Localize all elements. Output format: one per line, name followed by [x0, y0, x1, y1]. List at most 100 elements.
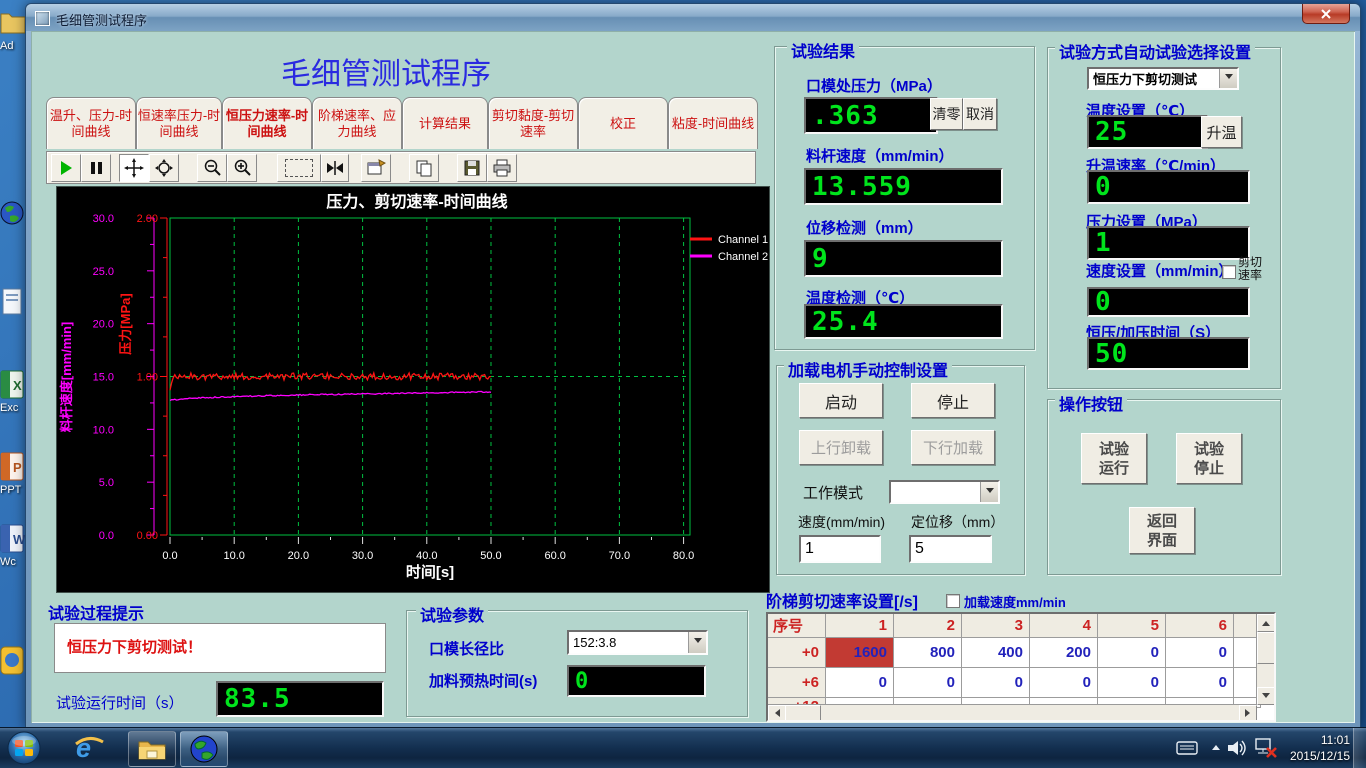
desktop-app-icon[interactable] — [0, 646, 26, 676]
svg-text:5.0: 5.0 — [99, 477, 114, 489]
tray-volume-icon[interactable] — [1226, 738, 1248, 758]
tray-keyboard-icon[interactable] — [1176, 740, 1198, 756]
table-cell[interactable]: 0 — [962, 668, 1030, 698]
table-cell[interactable]: 0 — [1166, 638, 1234, 668]
displacement-label: 位移检测（mm） — [806, 217, 923, 238]
motor-up-unload-button[interactable]: 上行卸载 — [799, 430, 883, 465]
desktop-globe-icon[interactable] — [0, 200, 26, 230]
tray-network-icon[interactable] — [1254, 737, 1278, 759]
cancel-button[interactable]: 取消 — [963, 98, 997, 130]
jog-speed-input[interactable] — [799, 535, 881, 563]
taskbar-ie-icon[interactable]: e — [72, 732, 106, 764]
print-icon — [492, 158, 512, 178]
back-button[interactable]: 返回界面 — [1129, 507, 1195, 554]
ram-speed-display: 13.559 — [804, 168, 1003, 205]
table-cell[interactable]: 0 — [1098, 668, 1166, 698]
step-rate-table: 序号 1 2 3 4 5 6 +0 1600 800 400 200 0 0 — [766, 612, 1276, 722]
tab-calc-results[interactable]: 计算结果 — [402, 97, 488, 149]
table-vertical-scrollbar[interactable] — [1256, 614, 1274, 705]
shear-rate-checkbox[interactable] — [1222, 265, 1236, 279]
col-header: 4 — [1030, 614, 1098, 638]
desktop-excel-icon[interactable]: X — [0, 370, 26, 400]
pause-button[interactable] — [81, 154, 111, 182]
zoom-tool-button[interactable] — [149, 154, 179, 182]
results-group-title: 试验结果 — [787, 38, 859, 62]
load-speed-checkbox[interactable] — [946, 594, 960, 608]
tab-const-rate-pressure[interactable]: 恒速率压力-时间曲线 — [136, 97, 222, 149]
table-cell[interactable]: 0 — [1166, 668, 1234, 698]
heat-up-button[interactable]: 升温 — [1201, 116, 1242, 148]
motor-down-load-button[interactable]: 下行加载 — [911, 430, 995, 465]
copy-button[interactable] — [409, 154, 439, 182]
pressure-set-display: 1 — [1087, 226, 1250, 260]
step-table-title: 阶梯剪切速率设置[/s] — [766, 588, 918, 612]
graph-toolbar — [46, 151, 756, 184]
desktop-folder-icon[interactable] — [0, 8, 26, 38]
print-button[interactable] — [487, 154, 517, 182]
work-mode-combo[interactable] — [889, 480, 1000, 504]
svg-text:80.0: 80.0 — [673, 550, 694, 562]
test-stop-button[interactable]: 试验停止 — [1176, 433, 1242, 484]
taskbar-app-globe-button[interactable] — [180, 731, 228, 767]
settings-button[interactable] — [361, 154, 391, 182]
fit-axes-button[interactable] — [321, 154, 349, 182]
test-run-button[interactable]: 试验运行 — [1081, 433, 1147, 484]
scroll-right-icon[interactable] — [1239, 705, 1257, 721]
table-cell[interactable]: 0 — [1030, 668, 1098, 698]
zero-button[interactable]: 清零 — [930, 98, 963, 130]
desktop-word-icon[interactable]: W — [0, 524, 26, 554]
tab-viscosity-time[interactable]: 粘度-时间曲线 — [668, 97, 758, 149]
tab-step-rate-stress[interactable]: 阶梯速率、应力曲线 — [312, 97, 402, 149]
svg-text:10.0: 10.0 — [93, 424, 114, 436]
page-title: 毛细管测试程序 — [266, 49, 506, 93]
zoom-in-icon — [232, 158, 252, 178]
start-button[interactable] — [6, 730, 42, 766]
client-area: 毛细管测试程序 温升、压力-时间曲线 恒速率压力-时间曲线 恒压力速率-时间曲线… — [31, 31, 1355, 723]
temp-set-display: 25 — [1087, 115, 1208, 149]
selection-box-button[interactable] — [277, 154, 321, 182]
test-mode-value: 恒压力下剪切测试 — [1093, 69, 1197, 88]
table-cell[interactable]: 400 — [962, 638, 1030, 668]
table-cell[interactable]: 200 — [1030, 638, 1098, 668]
tab-calibration[interactable]: 校正 — [578, 97, 668, 149]
tab-const-pressure-rate[interactable]: 恒压力速率-时间曲线 — [222, 97, 312, 149]
table-cell[interactable]: 0 — [826, 668, 894, 698]
pan-button[interactable] — [119, 154, 149, 182]
speed-set-label: 速度设置（mm/min） — [1086, 260, 1234, 281]
close-button[interactable] — [1302, 4, 1350, 24]
table-cell[interactable]: 800 — [894, 638, 962, 668]
desktop-icon-label: PPT — [0, 484, 26, 496]
scroll-left-icon[interactable] — [768, 705, 786, 721]
svg-text:20.0: 20.0 — [93, 319, 114, 331]
jog-disp-input[interactable] — [909, 535, 992, 563]
table-cell[interactable]: 0 — [1098, 638, 1166, 668]
motor-stop-button[interactable]: 停止 — [911, 383, 995, 418]
show-desktop-button[interactable] — [1353, 728, 1366, 768]
taskbar-explorer-button[interactable] — [128, 731, 176, 767]
scroll-thumb[interactable] — [785, 705, 821, 721]
tray-show-hidden-icon[interactable] — [1212, 744, 1220, 750]
window-title: 毛细管测试程序 — [56, 10, 147, 29]
scroll-thumb[interactable] — [1257, 632, 1275, 664]
desktop-ppt-icon[interactable]: P — [0, 452, 26, 482]
pan-icon — [124, 158, 144, 178]
table-cell[interactable]: 0 — [894, 668, 962, 698]
tab-temp-pressure-time[interactable]: 温升、压力-时间曲线 — [46, 97, 136, 149]
svg-text:0.00: 0.00 — [137, 530, 158, 542]
motor-group-title: 加载电机手动控制设置 — [784, 357, 952, 381]
table-cell-selected[interactable]: 1600 — [826, 638, 894, 668]
run-button[interactable] — [51, 154, 81, 182]
tab-shear-viscosity[interactable]: 剪切黏度-剪切速率 — [488, 97, 578, 149]
work-mode-label: 工作模式 — [803, 482, 863, 503]
scroll-up-icon[interactable] — [1257, 614, 1275, 632]
zoom-in-button[interactable] — [227, 154, 257, 182]
zoom-out-button[interactable] — [197, 154, 227, 182]
test-mode-combo[interactable]: 恒压力下剪切测试 — [1087, 67, 1239, 90]
hold-time-display: 50 — [1087, 337, 1250, 370]
motor-start-button[interactable]: 启动 — [799, 383, 883, 418]
scroll-down-icon[interactable] — [1257, 687, 1275, 705]
table-horizontal-scrollbar[interactable] — [768, 704, 1257, 720]
speed-set-display: 0 — [1087, 287, 1250, 317]
die-ratio-combo[interactable]: 152:3.8 — [567, 630, 708, 655]
save-button[interactable] — [457, 154, 487, 182]
